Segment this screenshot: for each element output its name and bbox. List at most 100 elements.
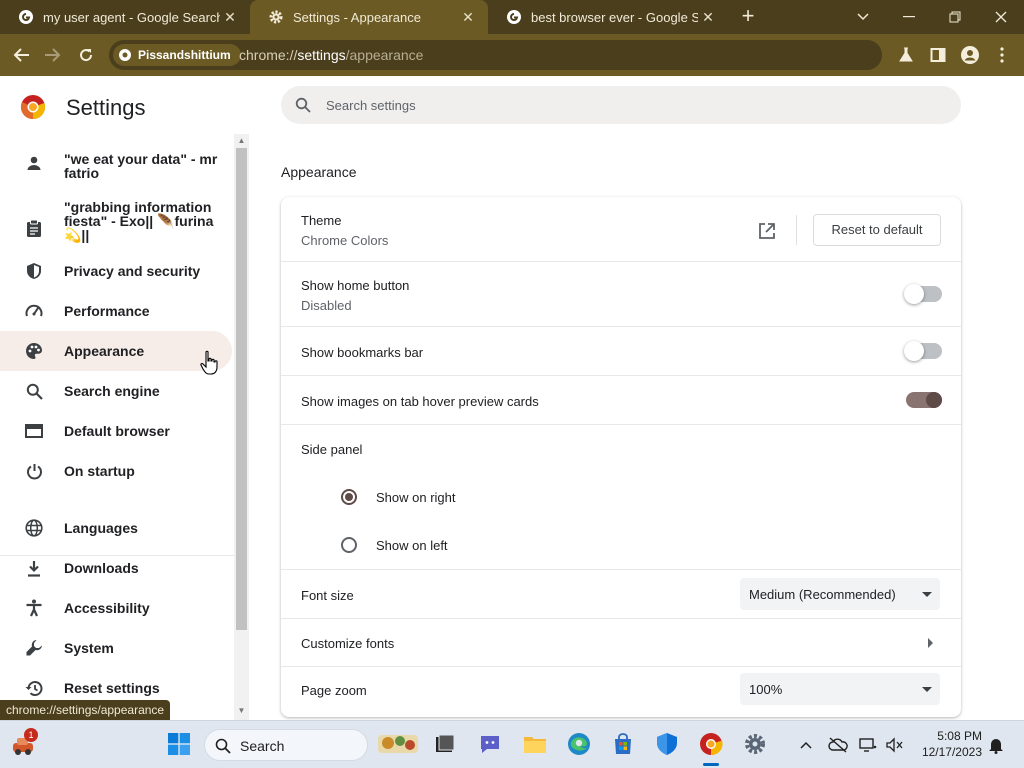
chat-teams-icon[interactable] — [477, 731, 503, 757]
taskbar-search-box[interactable]: Search — [204, 729, 368, 761]
tab-search-chevron-icon[interactable] — [840, 0, 886, 34]
sidebar-item-appearance[interactable]: Appearance — [0, 331, 232, 371]
windows-security-icon[interactable] — [654, 731, 680, 757]
tab-settings-appearance[interactable]: Settings - Appearance ✕ — [250, 0, 488, 34]
windows-taskbar: 1 Search 5:08 PM 12/17/2023 — [0, 720, 1024, 768]
reset-to-default-button[interactable]: Reset to default — [813, 214, 941, 246]
close-icon[interactable]: ✕ — [458, 9, 478, 26]
speedometer-icon — [24, 301, 44, 321]
bookmarks-bar-label: Show bookmarks bar — [301, 345, 424, 360]
sidebar-item-profile-1[interactable]: "we eat your data" - mr fatrio — [0, 134, 232, 192]
tab-hover-row[interactable]: Show images on tab hover preview cards — [281, 376, 961, 425]
google-g-icon — [506, 9, 522, 25]
search-icon — [24, 381, 44, 401]
sidebar-item-performance[interactable]: Performance — [0, 291, 232, 331]
profile-chip-label: Pissandshittium — [138, 48, 231, 62]
person-icon — [24, 153, 44, 173]
search-icon — [295, 97, 311, 113]
search-settings-input[interactable]: Search settings — [281, 86, 961, 124]
active-app-indicator — [703, 763, 719, 766]
google-g-icon — [18, 9, 34, 25]
search-highlight-image-icon[interactable] — [376, 730, 420, 756]
reload-button[interactable] — [74, 43, 98, 67]
profile-avatar-icon[interactable] — [958, 43, 982, 67]
side-panel-option-right[interactable]: Show on right — [281, 473, 961, 521]
profile-chip[interactable]: Pissandshittium — [113, 44, 241, 66]
customize-fonts-label: Customize fonts — [301, 636, 395, 651]
gear-icon — [268, 9, 284, 25]
customize-fonts-row[interactable]: Customize fonts — [281, 619, 961, 667]
hand-cursor-icon — [200, 350, 218, 375]
edge-browser-icon[interactable] — [566, 731, 592, 757]
close-icon[interactable]: ✕ — [698, 9, 718, 26]
search-placeholder: Search settings — [326, 98, 416, 113]
dropdown-arrow-icon — [922, 592, 932, 597]
font-size-row: Font size Medium (Recommended) — [281, 570, 961, 619]
side-panel-option-left[interactable]: Show on left — [281, 521, 961, 570]
scroll-up-arrow-icon[interactable]: ▲ — [234, 134, 249, 148]
url-path: /appearance — [345, 47, 424, 63]
notification-bell-icon[interactable] — [986, 735, 1006, 755]
open-external-icon[interactable] — [758, 222, 776, 240]
windows-start-icon[interactable] — [166, 731, 192, 757]
theme-value: Chrome Colors — [301, 233, 389, 248]
file-explorer-icon[interactable] — [522, 731, 548, 757]
onedrive-offline-icon[interactable] — [828, 735, 848, 755]
sidebar-item-label: Search engine — [64, 383, 160, 399]
browser-window-icon — [24, 421, 44, 441]
select-value: 100% — [749, 682, 783, 697]
taskbar-search-label: Search — [240, 738, 285, 754]
page-zoom-select[interactable]: 100% — [740, 673, 940, 705]
sidebar-item-privacy[interactable]: Privacy and security — [0, 251, 232, 291]
tab-my-user-agent[interactable]: my user agent - Google Search ✕ — [0, 0, 250, 34]
network-monitor-icon[interactable] — [858, 735, 878, 755]
forward-button[interactable] — [41, 43, 65, 67]
sidebar-item-downloads[interactable]: Downloads — [0, 548, 232, 588]
home-button-row[interactable]: Show home button Disabled — [281, 262, 961, 327]
close-window-button[interactable] — [978, 0, 1024, 34]
back-button[interactable] — [9, 43, 33, 67]
sidebar-scroll-thumb[interactable] — [236, 148, 247, 630]
sidebar-item-languages[interactable]: Languages — [0, 508, 232, 548]
sidebar-item-search-engine[interactable]: Search engine — [0, 371, 232, 411]
url-text[interactable]: chrome://settings/appearance — [239, 47, 423, 63]
chrome-logo-icon — [117, 47, 133, 63]
radio-show-on-right[interactable] — [341, 489, 357, 505]
url-host: settings — [297, 47, 346, 63]
bookmarks-bar-row[interactable]: Show bookmarks bar — [281, 327, 961, 376]
tab-hover-toggle[interactable] — [904, 390, 944, 410]
font-size-select[interactable]: Medium (Recommended) — [740, 578, 940, 610]
sidebar-item-system[interactable]: System — [0, 628, 232, 668]
sidebar-item-label: Reset settings — [64, 680, 160, 696]
menu-more-icon[interactable] — [990, 43, 1014, 67]
sidebar-item-on-startup[interactable]: On startup — [0, 451, 232, 491]
sidebar-item-default-browser[interactable]: Default browser — [0, 411, 232, 451]
new-tab-button[interactable]: + — [736, 5, 760, 29]
bookmarks-bar-toggle[interactable] — [904, 341, 944, 361]
home-button-toggle[interactable] — [904, 284, 944, 304]
close-icon[interactable]: ✕ — [220, 9, 240, 26]
show-hidden-icons-chevron-icon[interactable] — [796, 735, 816, 755]
radio-show-on-left[interactable] — [341, 537, 357, 553]
sidebar-item-label: "grabbing information fiesta" - Exo|| 🪶f… — [64, 199, 214, 243]
minimize-button[interactable] — [886, 0, 932, 34]
restore-button[interactable] — [932, 0, 978, 34]
theme-row[interactable]: Theme Chrome Colors Reset to default — [281, 197, 961, 262]
sidebar-item-accessibility[interactable]: Accessibility — [0, 588, 232, 628]
microsoft-store-icon[interactable] — [610, 731, 636, 757]
chrome-taskbar-icon[interactable] — [698, 731, 724, 757]
sidebar-item-profile-2[interactable]: "grabbing information fiesta" - Exo|| 🪶f… — [0, 192, 232, 250]
settings-gear-taskbar-icon[interactable] — [742, 731, 768, 757]
labs-flask-icon[interactable] — [894, 43, 918, 67]
speaker-muted-icon[interactable] — [884, 735, 904, 755]
radio-label: Show on right — [376, 490, 456, 505]
page-zoom-label: Page zoom — [301, 683, 367, 698]
sidebar-item-label: Performance — [64, 303, 150, 319]
taskbar-clock[interactable]: 5:08 PM 12/17/2023 — [912, 728, 982, 760]
task-view-icon[interactable] — [432, 731, 458, 757]
history-icon — [24, 678, 44, 698]
clock-date: 12/17/2023 — [921, 745, 982, 759]
tab-best-browser-ever[interactable]: best browser ever - Google Search ✕ — [488, 0, 728, 34]
side-panel-icon[interactable] — [926, 43, 950, 67]
scroll-down-arrow-icon[interactable]: ▼ — [234, 704, 249, 718]
